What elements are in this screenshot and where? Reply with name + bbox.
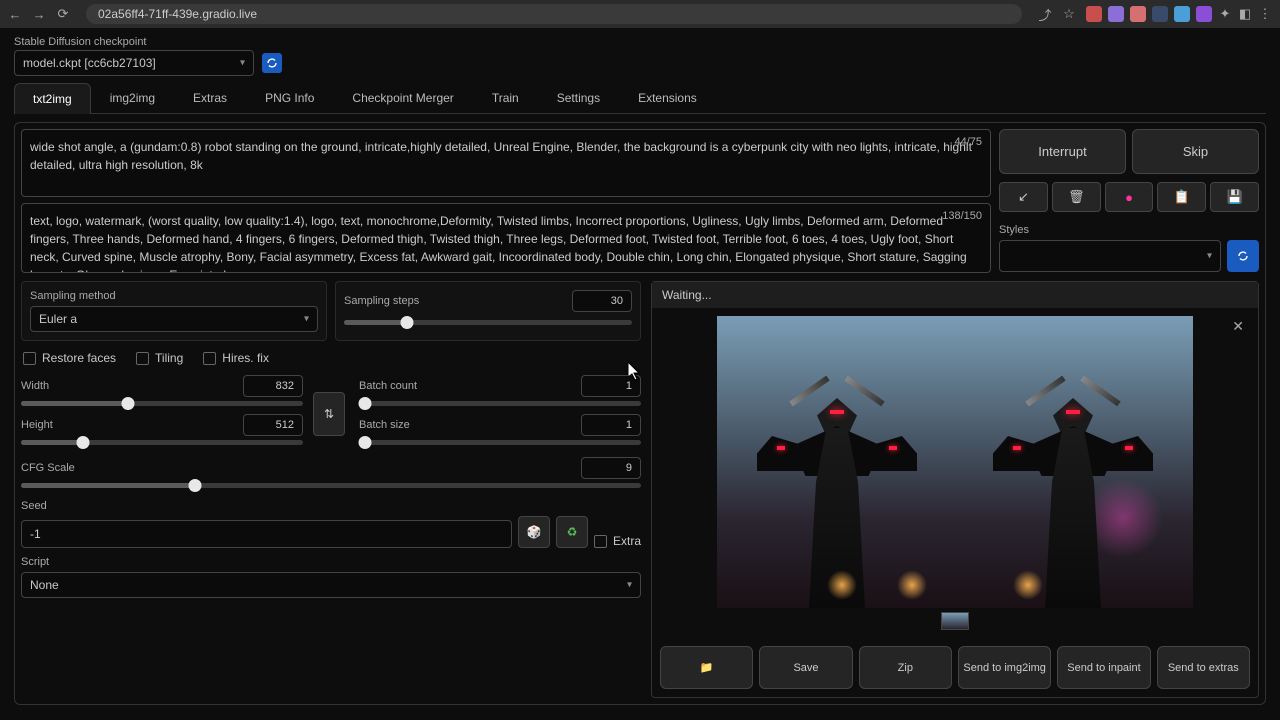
- sampling-method-label: Sampling method: [30, 290, 318, 302]
- panel-icon[interactable]: ◧: [1238, 7, 1252, 21]
- random-seed-button[interactable]: 🎲: [518, 516, 550, 548]
- extra-seed-checkbox[interactable]: Extra: [594, 534, 641, 548]
- open-folder-button[interactable]: 📁: [660, 646, 753, 689]
- cfg-value[interactable]: 9: [581, 457, 641, 479]
- width-slider[interactable]: [21, 401, 303, 406]
- height-value[interactable]: 512: [243, 414, 303, 436]
- star-icon[interactable]: ☆: [1062, 7, 1076, 21]
- tab-txt2img[interactable]: txt2img: [14, 83, 91, 114]
- sampling-steps-value[interactable]: 30: [572, 290, 632, 312]
- width-label: Width: [21, 380, 49, 392]
- batch-size-value[interactable]: 1: [581, 414, 641, 436]
- sampling-steps-slider[interactable]: [344, 320, 632, 325]
- skip-button[interactable]: Skip: [1132, 129, 1259, 174]
- swap-dimensions-button[interactable]: ⇅: [313, 392, 345, 436]
- prompt-counter: 44/75: [954, 134, 982, 151]
- forward-icon[interactable]: →: [32, 7, 46, 21]
- script-dropdown[interactable]: None ▾: [21, 572, 641, 598]
- cfg-label: CFG Scale: [21, 462, 75, 474]
- hires-fix-checkbox[interactable]: Hires. fix: [203, 351, 269, 365]
- cfg-slider[interactable]: [21, 483, 641, 488]
- sampling-method-value: Euler a: [39, 312, 77, 326]
- batch-count-label: Batch count: [359, 380, 417, 392]
- interrupt-button[interactable]: Interrupt: [999, 129, 1126, 174]
- send-extras-button[interactable]: Send to extras: [1157, 646, 1250, 689]
- batch-count-slider[interactable]: [359, 401, 641, 406]
- ext-icon[interactable]: [1152, 6, 1168, 22]
- ext-icon[interactable]: [1174, 6, 1190, 22]
- batch-size-slider[interactable]: [359, 440, 641, 445]
- output-thumbnail[interactable]: [941, 612, 969, 630]
- prompt-text: wide shot angle, a (gundam:0.8) robot st…: [30, 140, 972, 172]
- script-label: Script: [21, 556, 641, 568]
- output-image[interactable]: [717, 316, 1193, 608]
- tab-settings[interactable]: Settings: [538, 82, 619, 113]
- sampling-method-dropdown[interactable]: Euler a ▾: [30, 306, 318, 332]
- height-slider[interactable]: [21, 440, 303, 445]
- tabs: txt2img img2img Extras PNG Info Checkpoi…: [14, 82, 1266, 114]
- trash-button[interactable]: 🗑: [1052, 182, 1101, 212]
- save-style-button[interactable]: 💾: [1210, 182, 1259, 212]
- prompt-input[interactable]: 44/75 wide shot angle, a (gundam:0.8) ro…: [21, 129, 991, 197]
- chevron-down-icon: ▾: [1207, 251, 1212, 262]
- chevron-down-icon: ▾: [627, 580, 632, 591]
- ext-icon[interactable]: [1196, 6, 1212, 22]
- zip-button[interactable]: Zip: [859, 646, 952, 689]
- tab-extras[interactable]: Extras: [174, 82, 246, 113]
- save-button[interactable]: Save: [759, 646, 852, 689]
- tab-extensions[interactable]: Extensions: [619, 82, 716, 113]
- batch-size-label: Batch size: [359, 419, 410, 431]
- send-img2img-button[interactable]: Send to img2img: [958, 646, 1051, 689]
- chevron-down-icon: ▾: [304, 314, 309, 325]
- seed-input[interactable]: -1: [21, 520, 512, 548]
- url-bar[interactable]: 02a56ff4-71ff-439e.gradio.live: [86, 4, 1022, 24]
- ext-icon[interactable]: [1130, 6, 1146, 22]
- menu-icon[interactable]: ⋮: [1258, 7, 1272, 21]
- neg-prompt-text: text, logo, watermark, (worst quality, l…: [30, 214, 967, 273]
- ext-icon[interactable]: [1108, 6, 1124, 22]
- output-panel: Waiting... ✕: [651, 281, 1259, 698]
- browser-chrome: ← → ⟳ 02a56ff4-71ff-439e.gradio.live ⤴ ☆…: [0, 0, 1280, 28]
- status-bar: Waiting...: [652, 282, 1258, 308]
- batch-count-value[interactable]: 1: [581, 375, 641, 397]
- extension-icons: ✦ ◧ ⋮: [1086, 6, 1272, 22]
- tiling-checkbox[interactable]: Tiling: [136, 351, 183, 365]
- checkpoint-value: model.ckpt [cc6cb27103]: [23, 56, 156, 70]
- width-value[interactable]: 832: [243, 375, 303, 397]
- checkpoint-label: Stable Diffusion checkpoint: [14, 36, 1266, 48]
- styles-dropdown[interactable]: ▾: [999, 240, 1221, 272]
- styles-label: Styles: [999, 224, 1221, 236]
- chevron-down-icon: ▾: [240, 58, 245, 69]
- neg-prompt-counter: 138/150: [942, 208, 982, 225]
- ext-icon[interactable]: [1086, 6, 1102, 22]
- reload-icon[interactable]: ⟳: [56, 7, 70, 21]
- checkpoint-dropdown[interactable]: model.ckpt [cc6cb27103] ▾: [14, 50, 254, 76]
- neg-prompt-input[interactable]: 138/150 text, logo, watermark, (worst qu…: [21, 203, 991, 273]
- arrow-button[interactable]: ↙: [999, 182, 1048, 212]
- sampling-steps-label: Sampling steps: [344, 295, 419, 307]
- restore-faces-checkbox[interactable]: Restore faces: [23, 351, 116, 365]
- tab-img2img[interactable]: img2img: [91, 82, 174, 113]
- close-icon[interactable]: ✕: [1232, 318, 1244, 335]
- back-icon[interactable]: ←: [8, 7, 22, 21]
- tab-pnginfo[interactable]: PNG Info: [246, 82, 333, 113]
- style-preset-button[interactable]: ●: [1105, 182, 1154, 212]
- height-label: Height: [21, 419, 53, 431]
- extensions-icon[interactable]: ✦: [1218, 7, 1232, 21]
- clipboard-button[interactable]: 📋: [1157, 182, 1206, 212]
- tab-train[interactable]: Train: [473, 82, 538, 113]
- share-icon[interactable]: ⤴: [1038, 7, 1052, 21]
- reuse-seed-button[interactable]: ♻: [556, 516, 588, 548]
- tab-checkpoint-merger[interactable]: Checkpoint Merger: [333, 82, 472, 113]
- seed-label: Seed: [21, 500, 641, 512]
- apply-style-button[interactable]: [1227, 240, 1259, 272]
- send-inpaint-button[interactable]: Send to inpaint: [1057, 646, 1150, 689]
- script-value: None: [30, 578, 59, 592]
- refresh-checkpoint-button[interactable]: [262, 53, 282, 73]
